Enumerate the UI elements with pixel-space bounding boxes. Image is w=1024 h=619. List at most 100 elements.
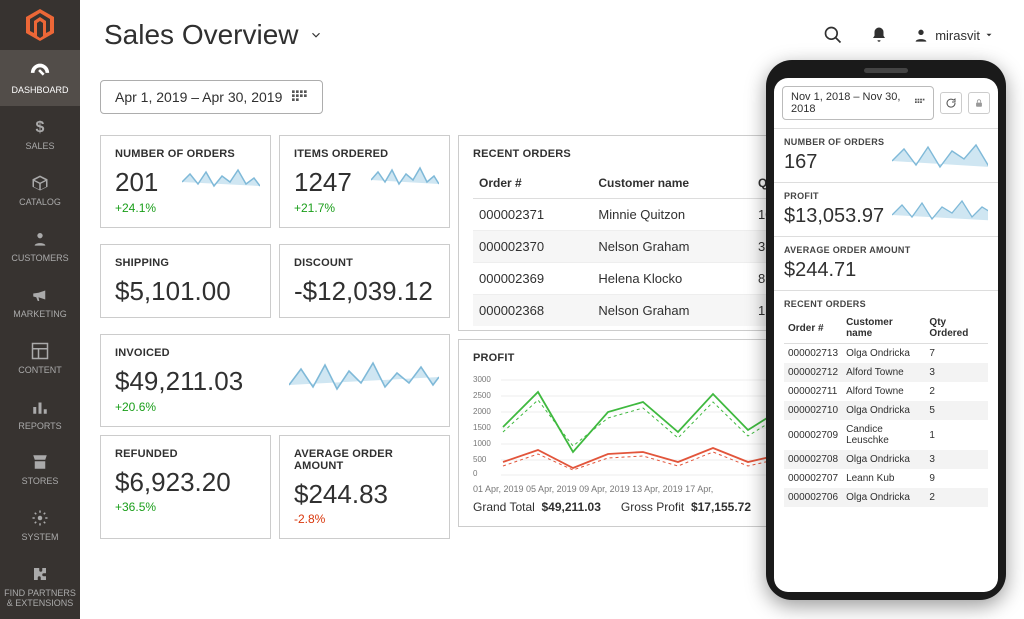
notifications-button[interactable] xyxy=(867,23,891,47)
profit-footer: Grand Total $49,211.03 Gross Profit $17,… xyxy=(473,500,793,514)
table-row[interactable]: 000002368Nelson Graham15 xyxy=(473,295,793,327)
metric-value: $6,923.20 xyxy=(115,468,256,497)
cell-order-id: 000002713 xyxy=(784,344,842,364)
cell-customer: Nelson Graham xyxy=(592,295,752,327)
sidebar-label: SALES xyxy=(25,142,54,152)
col-qty[interactable]: Qty Ordered xyxy=(925,313,988,344)
svg-text:2500: 2500 xyxy=(473,391,491,400)
refresh-button[interactable] xyxy=(940,92,962,114)
metric-value: $13,053.97 xyxy=(784,205,884,228)
card-title: RECENT ORDERS xyxy=(473,148,793,160)
metric-title: NUMBER OF ORDERS xyxy=(784,137,884,147)
cell-customer: Olga Ondricka xyxy=(842,401,925,420)
metric-value: $244.71 xyxy=(784,259,988,282)
sidebar-item-content[interactable]: CONTENT xyxy=(0,330,80,386)
metric-card-avg: AVERAGE ORDER AMOUNT $244.83 -2.8% xyxy=(279,435,450,540)
table-row[interactable]: 000002711Alford Towne2 xyxy=(784,382,988,401)
svg-text:1000: 1000 xyxy=(473,439,491,448)
cell-qty: 3 xyxy=(925,363,988,382)
search-button[interactable] xyxy=(821,23,845,47)
sidebar-item-marketing[interactable]: MARKETING xyxy=(0,274,80,330)
metric-title: REFUNDED xyxy=(115,448,256,460)
sidebar-item-reports[interactable]: REPORTS xyxy=(0,386,80,442)
table-row[interactable]: 000002712Alford Towne3 xyxy=(784,363,988,382)
cell-customer: Nelson Graham xyxy=(592,231,752,263)
bar-chart-icon xyxy=(31,396,49,418)
page-title-dropdown[interactable]: Sales Overview xyxy=(104,19,323,51)
sparkline xyxy=(892,139,988,173)
lock-button[interactable] xyxy=(968,92,990,114)
user-icon xyxy=(913,27,929,43)
cell-customer: Helena Klocko xyxy=(592,263,752,295)
sidebar-item-sales[interactable]: $SALES xyxy=(0,106,80,162)
table-row[interactable]: 000002370Nelson Graham3 xyxy=(473,231,793,263)
date-range-picker[interactable]: Apr 1, 2019 – Apr 30, 2019 xyxy=(100,80,323,114)
mobile-metric-orders: NUMBER OF ORDERS 167 xyxy=(774,128,998,182)
sparkline xyxy=(289,357,439,399)
mobile-recent-orders: RECENT ORDERS Order # Customer name Qty … xyxy=(774,290,998,592)
profit-chart: 300025002000150010005000 xyxy=(473,372,793,482)
metric-card-shipping: SHIPPING $5,101.00 xyxy=(100,244,271,319)
svg-text:1500: 1500 xyxy=(473,423,491,432)
table-row[interactable]: 000002369Helena Klocko8 xyxy=(473,263,793,295)
metric-value: 167 xyxy=(784,151,884,174)
cell-customer: Olga Ondricka xyxy=(842,344,925,364)
cell-order-id: 000002371 xyxy=(473,199,592,231)
metric-card-refunded: REFUNDED $6,923.20 +36.5% xyxy=(100,435,271,540)
user-menu[interactable]: mirasvit xyxy=(913,27,1000,43)
cell-qty: 2 xyxy=(925,382,988,401)
table-row[interactable]: 000002709Candice Leuschke1 xyxy=(784,420,988,450)
metric-delta: +21.7% xyxy=(294,201,435,215)
bell-icon xyxy=(870,25,888,45)
table-row[interactable]: 000002706Olga Ondricka2 xyxy=(784,488,988,507)
grand-total-label: Grand Total xyxy=(473,500,535,514)
cell-customer: Olga Ondricka xyxy=(842,450,925,469)
mobile-preview: Nov 1, 2018 – Nov 30, 2018 NUMBER OF ORD… xyxy=(766,60,1006,600)
cell-order-id: 000002708 xyxy=(784,450,842,469)
metric-title: NUMBER OF ORDERS xyxy=(115,148,256,160)
cell-order-id: 000002368 xyxy=(473,295,592,327)
sidebar-label: CONTENT xyxy=(18,366,62,376)
sidebar-item-system[interactable]: SYSTEM xyxy=(0,497,80,553)
mobile-orders-table: Order # Customer name Qty Ordered 000002… xyxy=(784,313,988,507)
cell-order-id: 000002710 xyxy=(784,401,842,420)
metric-delta: +20.6% xyxy=(115,400,435,414)
table-row[interactable]: 000002713Olga Ondricka7 xyxy=(784,344,988,364)
metric-card-items: ITEMS ORDERED 1247 +21.7% xyxy=(279,135,450,228)
metric-value: $5,101.00 xyxy=(115,277,256,306)
mobile-metric-profit: PROFIT $13,053.97 xyxy=(774,182,998,236)
sidebar-item-stores[interactable]: STORES xyxy=(0,441,80,497)
sidebar-item-catalog[interactable]: CATALOG xyxy=(0,162,80,218)
sidebar-item-dashboard[interactable]: DASHBOARD xyxy=(0,50,80,106)
sidebar-label: CUSTOMERS xyxy=(11,254,68,264)
mobile-date-range-picker[interactable]: Nov 1, 2018 – Nov 30, 2018 xyxy=(782,86,934,120)
mobile-metric-avg: AVERAGE ORDER AMOUNT $244.71 xyxy=(774,236,998,290)
card-title: PROFIT xyxy=(473,352,793,364)
metric-card-discount: DISCOUNT -$12,039.12 xyxy=(279,244,450,319)
table-row[interactable]: 000002707Leann Kub9 xyxy=(784,469,988,488)
cell-customer: Minnie Quitzon xyxy=(592,199,752,231)
metric-delta: +36.5% xyxy=(115,500,256,514)
col-name[interactable]: Customer name xyxy=(842,313,925,344)
col-name[interactable]: Customer name xyxy=(592,168,752,199)
col-order[interactable]: Order # xyxy=(473,168,592,199)
table-row[interactable]: 000002710Olga Ondricka5 xyxy=(784,401,988,420)
calendar-grid-icon xyxy=(292,90,308,104)
page-title: Sales Overview xyxy=(104,19,299,51)
table-row[interactable]: 000002371Minnie Quitzon10 xyxy=(473,199,793,231)
col-order[interactable]: Order # xyxy=(784,313,842,344)
cell-order-id: 000002712 xyxy=(784,363,842,382)
sparkline xyxy=(182,164,260,196)
table-row[interactable]: 000002708Olga Ondricka3 xyxy=(784,450,988,469)
metric-value: $244.83 xyxy=(294,480,435,509)
gear-icon xyxy=(31,507,49,529)
cell-customer: Candice Leuschke xyxy=(842,420,925,450)
sidebar-item-customers[interactable]: CUSTOMERS xyxy=(0,218,80,274)
profit-x-axis: 01 Apr, 2019 05 Apr, 2019 09 Apr, 2019 1… xyxy=(473,484,793,494)
sidebar-item-partners[interactable]: FIND PARTNERS & EXTENSIONS xyxy=(0,553,80,619)
mobile-toolbar: Nov 1, 2018 – Nov 30, 2018 xyxy=(774,78,998,128)
metric-delta: +24.1% xyxy=(115,201,256,215)
profit-card: PROFIT 300025002000150010005000 01 Apr, … xyxy=(458,339,808,527)
username: mirasvit xyxy=(935,28,980,43)
search-icon xyxy=(823,25,843,45)
